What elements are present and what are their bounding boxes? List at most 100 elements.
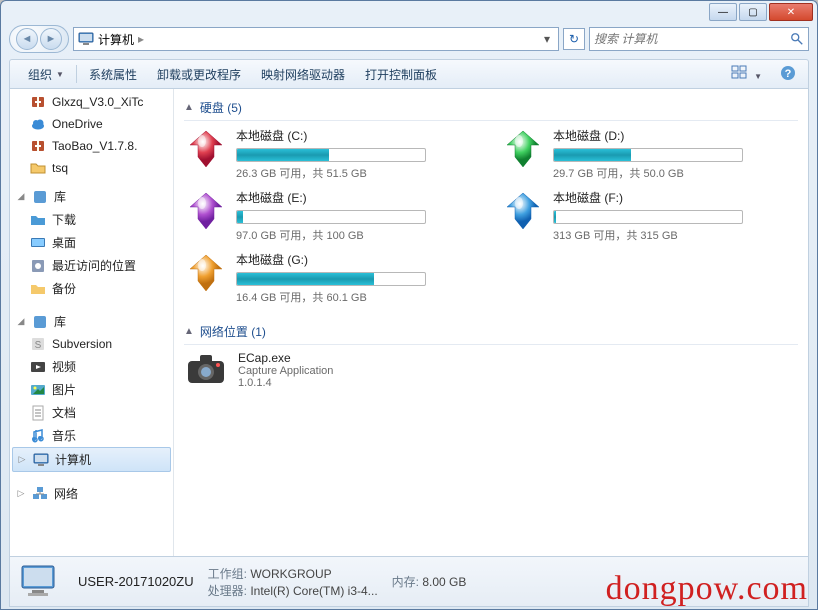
minimize-icon: — [718, 7, 728, 18]
content-pane[interactable]: ▲ 硬盘 (5) 本地磁盘 (C:)26.3 GB 可用，共 51.5 GB 本地… [174, 89, 808, 556]
collapse-icon: ◢ [16, 316, 26, 327]
section-header-netloc[interactable]: ▲ 网络位置 (1) [184, 319, 798, 345]
sidebar-item[interactable]: 桌面 [10, 231, 173, 254]
drive-info: 本地磁盘 (F:)313 GB 可用，共 315 GB [553, 189, 798, 243]
refresh-button[interactable]: ↻ [563, 28, 585, 50]
sidebar-item[interactable]: 文档 [10, 401, 173, 424]
processor-label: 处理器: [208, 584, 247, 598]
view-options-button[interactable]: ▼ [727, 63, 770, 86]
sidebar-item-label: 视频 [52, 358, 76, 375]
drive-item[interactable]: 本地磁盘 (C:)26.3 GB 可用，共 51.5 GB [184, 127, 481, 181]
svg-text:?: ? [785, 68, 792, 80]
drive-item[interactable]: 本地磁盘 (E:)97.0 GB 可用，共 100 GB [184, 189, 481, 243]
section-header-drives[interactable]: ▲ 硬盘 (5) [184, 95, 798, 121]
sidebar-item[interactable]: 下载 [10, 208, 173, 231]
organize-button[interactable]: 组织▼ [18, 62, 74, 87]
back-icon: ◄ [22, 33, 33, 45]
network-location-item[interactable]: ECap.exe Capture Application 1.0.1.4 [184, 351, 798, 389]
drive-item[interactable]: 本地磁盘 (F:)313 GB 可用，共 315 GB [501, 189, 798, 243]
sidebar-group-libraries[interactable]: ◢ 库 [10, 310, 173, 333]
close-icon: ✕ [787, 7, 795, 18]
details-col-2: 工作组: WORKGROUP 处理器: Intel(R) Core(TM) i3… [208, 565, 378, 599]
workgroup-label: 工作组: [208, 567, 247, 581]
netloc-name: ECap.exe [238, 351, 333, 365]
sidebar-item[interactable]: 图片 [10, 378, 173, 401]
sidebar-group-favorites[interactable]: ◢ 库 [10, 185, 173, 208]
toolbar: 组织▼ 系统属性 卸载或更改程序 映射网络驱动器 打开控制面板 ▼ ? [9, 59, 809, 89]
sidebar-group-label: 库 [54, 313, 66, 330]
svg-text:S: S [35, 340, 42, 351]
drive-item[interactable]: 本地磁盘 (D:)29.7 GB 可用，共 50.0 GB [501, 127, 798, 181]
back-button[interactable]: ◄ [16, 28, 38, 50]
sidebar-item-label: 音乐 [52, 427, 76, 444]
drive-name: 本地磁盘 (E:) [236, 189, 481, 206]
map-network-drive-button[interactable]: 映射网络驱动器 [251, 62, 355, 87]
address-bar[interactable]: 计算机 ▸ ▾ [73, 27, 559, 51]
forward-icon: ► [46, 33, 57, 45]
sidebar-item-label: 图片 [52, 381, 76, 398]
sidebar-item[interactable]: OneDrive [10, 113, 173, 135]
maximize-button[interactable]: ▢ [739, 3, 767, 21]
sidebar-item-label: 桌面 [52, 234, 76, 251]
computer-icon [33, 452, 49, 468]
drive-item[interactable]: 本地磁盘 (G:)16.4 GB 可用，共 60.1 GB [184, 251, 481, 305]
details-col-1: USER-20171020ZU [78, 574, 194, 589]
sidebar-item[interactable]: tsq [10, 157, 173, 179]
view-icon [731, 65, 747, 79]
library-icon [32, 314, 48, 330]
address-dropdown-icon[interactable]: ▾ [540, 32, 554, 46]
drive-usage-bar [553, 148, 743, 162]
help-button[interactable]: ? [776, 63, 800, 86]
library-icon [32, 189, 48, 205]
search-input[interactable] [594, 32, 790, 46]
netloc-info: ECap.exe Capture Application 1.0.1.4 [238, 351, 333, 389]
drive-usage-bar [236, 272, 426, 286]
sidebar-group-label: 库 [54, 188, 66, 205]
sidebar-item-network[interactable]: ▷ 网络 [10, 482, 173, 505]
processor-value: Intel(R) Core(TM) i3-4... [250, 584, 377, 598]
sidebar-item-label: 下载 [52, 211, 76, 228]
archive-icon [30, 138, 46, 154]
search-icon [790, 32, 804, 46]
forward-button[interactable]: ► [40, 28, 62, 50]
sidebar-item-label: 计算机 [55, 451, 91, 468]
sidebar-item[interactable]: 最近访问的位置 [10, 254, 173, 277]
nav-arrows: ◄ ► [9, 25, 69, 53]
drive-stats: 313 GB 可用，共 315 GB [553, 227, 798, 243]
sidebar-item[interactable]: 备份 [10, 277, 173, 300]
maximize-icon: ▢ [748, 7, 757, 18]
drive-icon [184, 251, 228, 295]
system-properties-button[interactable]: 系统属性 [79, 62, 147, 87]
memory-value: 8.00 GB [422, 575, 466, 589]
drive-info: 本地磁盘 (E:)97.0 GB 可用，共 100 GB [236, 189, 481, 243]
sidebar-item-label: Glxzq_V3.0_XiTc [52, 95, 143, 109]
library-item-icon: S [30, 336, 46, 352]
explorer-window: — ▢ ✕ ◄ ► 计算机 ▸ ▾ ↻ 组织▼ 系统属性 卸载或更改程序 映射网… [0, 0, 818, 610]
computer-name: USER-20171020ZU [78, 574, 194, 589]
separator [76, 65, 77, 83]
help-icon: ? [780, 65, 796, 81]
uninstall-programs-button[interactable]: 卸载或更改程序 [147, 62, 251, 87]
sidebar-item[interactable]: Glxzq_V3.0_XiTc [10, 91, 173, 113]
close-button[interactable]: ✕ [769, 3, 813, 21]
camera-icon [184, 351, 228, 387]
drive-name: 本地磁盘 (D:) [553, 127, 798, 144]
sidebar-item[interactable]: TaoBao_V1.7.8. [10, 135, 173, 157]
sidebar-item[interactable]: 视频 [10, 355, 173, 378]
minimize-button[interactable]: — [709, 3, 737, 21]
search-box[interactable] [589, 27, 809, 51]
folder-icon [30, 281, 46, 297]
open-control-panel-button[interactable]: 打开控制面板 [355, 62, 447, 87]
sidebar-item[interactable]: SSubversion [10, 333, 173, 355]
drive-info: 本地磁盘 (D:)29.7 GB 可用，共 50.0 GB [553, 127, 798, 181]
chevron-down-icon: ▼ [56, 70, 64, 79]
collapse-icon: ◢ [16, 191, 26, 202]
navbar: ◄ ► 计算机 ▸ ▾ ↻ [9, 23, 809, 55]
computer-icon [20, 562, 64, 602]
sidebar-item[interactable]: 音乐 [10, 424, 173, 447]
sidebar[interactable]: Glxzq_V3.0_XiTc OneDriveTaoBao_V1.7.8.tsq… [10, 89, 174, 556]
folder-icon [30, 160, 46, 176]
chevron-down-icon: ▼ [750, 70, 766, 83]
sidebar-item-computer[interactable]: ▷ 计算机 [12, 447, 171, 472]
breadcrumb-segment[interactable]: 计算机 [98, 31, 134, 48]
